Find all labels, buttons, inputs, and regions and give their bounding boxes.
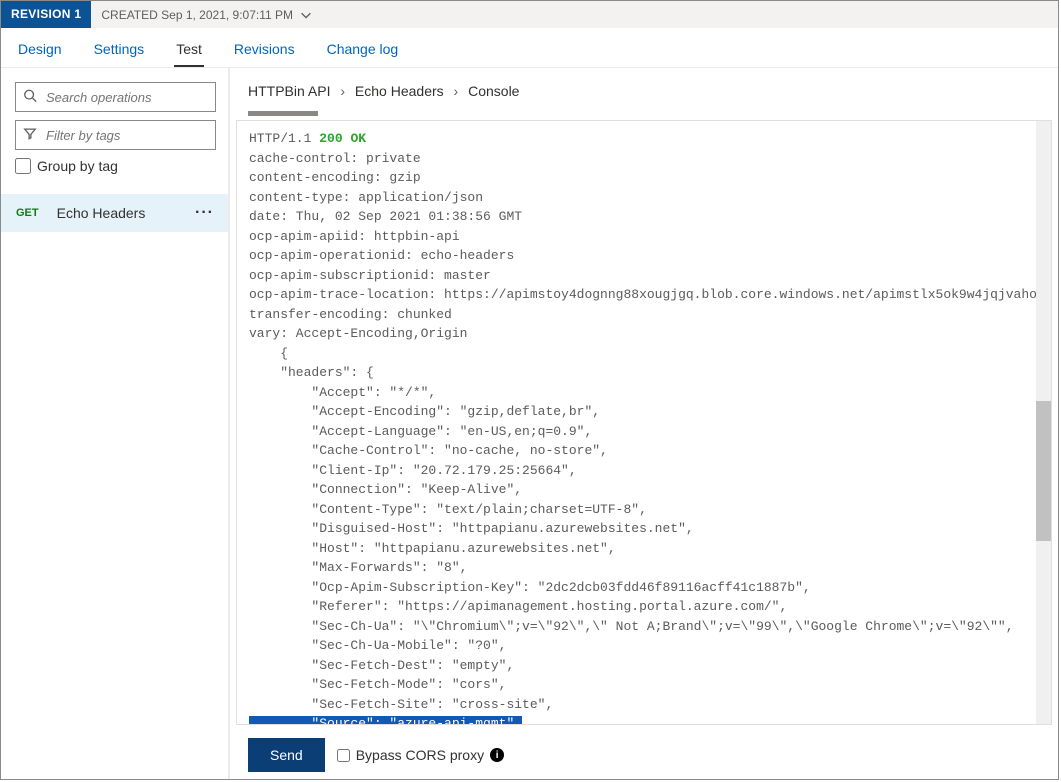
tab-test[interactable]: Test — [174, 41, 204, 67]
main-panel: HTTPBin API › Echo Headers › Console HTT… — [229, 68, 1058, 779]
scrollbar-track[interactable] — [1036, 121, 1051, 724]
filter-icon — [23, 127, 37, 144]
tab-revisions[interactable]: Revisions — [232, 41, 297, 67]
tab-settings[interactable]: Settings — [92, 41, 147, 67]
operation-name: Echo Headers — [57, 205, 146, 221]
filter-by-tags-input[interactable] — [15, 120, 216, 150]
group-by-tag-row[interactable]: Group by tag — [15, 158, 216, 174]
crumb-console: Console — [468, 83, 519, 99]
operations-sidebar: Group by tag GET Echo Headers ··· — [1, 68, 229, 779]
search-icon — [23, 89, 37, 106]
crumb-operation[interactable]: Echo Headers — [355, 83, 444, 99]
operation-more-icon[interactable]: ··· — [195, 204, 214, 222]
tab-bar: Design Settings Test Revisions Change lo… — [1, 28, 1058, 68]
send-button[interactable]: Send — [248, 738, 325, 772]
status-code: 200 OK — [319, 131, 366, 146]
response-body-pre: { "headers": { "Accept": "*/*", "Accept-… — [249, 346, 1014, 712]
tab-design[interactable]: Design — [16, 41, 64, 67]
response-headers-text: cache-control: private content-encoding:… — [249, 151, 1036, 342]
console-tab-underline — [248, 111, 318, 116]
tab-change-log[interactable]: Change log — [325, 41, 401, 67]
chevron-down-icon — [299, 8, 313, 22]
crumb-api[interactable]: HTTPBin API — [248, 83, 330, 99]
operation-item-echo-headers[interactable]: GET Echo Headers ··· — [1, 194, 228, 232]
info-icon[interactable]: i — [490, 748, 504, 762]
group-by-tag-label: Group by tag — [37, 158, 118, 174]
created-timestamp[interactable]: CREATED Sep 1, 2021, 9:07:11 PM — [101, 8, 313, 22]
bypass-cors-row[interactable]: Bypass CORS proxy i — [337, 747, 504, 763]
scrollbar-thumb[interactable] — [1036, 401, 1051, 541]
http-method-badge: GET — [16, 207, 39, 219]
bypass-cors-label: Bypass CORS proxy — [356, 747, 484, 763]
revision-badge: REVISION 1 — [1, 1, 91, 28]
console-footer: Send Bypass CORS proxy i — [230, 731, 1058, 779]
operations-list: GET Echo Headers ··· — [1, 194, 228, 232]
search-operations-input[interactable] — [15, 82, 216, 112]
http-response-console[interactable]: HTTP/1.1 200 OK cache-control: private c… — [237, 121, 1036, 724]
group-by-tag-checkbox[interactable] — [15, 158, 31, 174]
bypass-cors-checkbox[interactable] — [337, 749, 350, 762]
breadcrumb: HTTPBin API › Echo Headers › Console — [230, 68, 1058, 105]
revision-bar: REVISION 1 CREATED Sep 1, 2021, 9:07:11 … — [1, 1, 1058, 28]
response-body-highlight: "Source": "azure-api-mgmt", — [249, 716, 522, 724]
